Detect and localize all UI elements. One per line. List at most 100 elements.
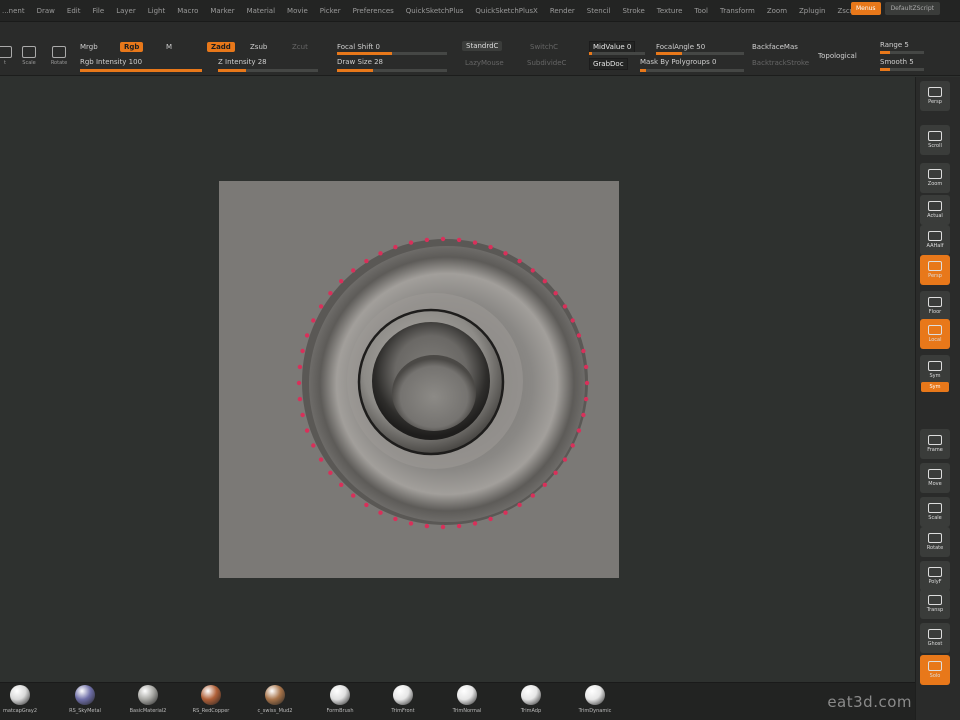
zsub-button[interactable]: Zsub [250,43,267,51]
menu-item[interactable]: File [92,7,104,15]
menu-item[interactable]: Stencil [587,7,611,15]
menu-item[interactable]: Zoom [767,7,787,15]
material-swatch[interactable]: RS_SkyMetal [60,685,110,714]
material-ball-icon [393,685,413,705]
menu-item[interactable]: Macro [177,7,198,15]
grabdoc-button[interactable]: GrabDoc [589,58,628,70]
lazymouse-button[interactable]: LazyMouse [465,59,504,67]
menu-item[interactable]: Edit [67,7,81,15]
focal-shift-label[interactable]: Focal Shift 0 [337,43,380,51]
default-zscript-button[interactable]: DefaultZScript [884,2,940,15]
menu-item[interactable]: Tool [694,7,708,15]
shelf-button-ghost[interactable]: Ghost [920,623,950,653]
subdivide-button[interactable]: SubdivideC [527,59,566,67]
draw-size-slider[interactable] [337,69,447,72]
rgb-intensity-slider[interactable] [80,69,202,72]
shelf-button-local[interactable]: Local [920,319,950,349]
m-button[interactable]: M [166,43,172,51]
menu-item[interactable]: Picker [320,7,341,15]
shelf-button-aahalf[interactable]: AAHalf [920,225,950,255]
rotate-icon [52,46,66,58]
draw-size-label[interactable]: Draw Size 28 [337,58,383,66]
zcut-button[interactable]: Zcut [292,43,308,51]
z-intensity-label[interactable]: Z Intensity 28 [218,58,267,66]
switch-button[interactable]: SwitchC [530,43,558,51]
rotate-tool-button[interactable]: Rotate [48,44,70,70]
mask-dot [300,348,305,354]
shelf-button-zoom[interactable]: Zoom [920,163,950,193]
material-swatch[interactable]: TrimDynamic [570,685,620,714]
midvalue-slider[interactable] [589,52,645,55]
menu-item[interactable]: Light [148,7,165,15]
menu-item[interactable]: Zplugin [799,7,825,15]
shelf-button-rotate[interactable]: Rotate [920,527,950,557]
scale-tool-button[interactable]: Scale [18,44,40,70]
menu-item[interactable]: Layer [116,7,136,15]
mask-dot [328,291,333,296]
material-swatch[interactable]: TrimAdp [506,685,556,714]
zadd-button[interactable]: Zadd [207,42,235,52]
symmetry-tag[interactable]: Sym [921,382,949,392]
material-swatch[interactable]: c_swiss_Mud2 [250,685,300,714]
menu-item[interactable]: ...nent [2,7,25,15]
shelf-button-sym[interactable]: Sym [920,355,950,385]
menu-item[interactable]: Material [247,7,275,15]
material-swatch[interactable]: matcapGray2 [0,685,45,714]
backface-mask-button[interactable]: BackfaceMas [752,43,798,51]
rgb-button[interactable]: Rgb [120,42,144,52]
smooth-label[interactable]: Smooth 5 [880,58,914,66]
material-swatch[interactable]: BasicMaterial2 [123,685,173,714]
shelf-button-polyf[interactable]: PolyF [920,561,950,591]
menu-item[interactable]: Movie [287,7,308,15]
ghost-icon [928,629,942,639]
shelf-button-persp[interactable]: Persp [920,81,950,111]
shelf-button-frame[interactable]: Frame [920,429,950,459]
material-swatch[interactable]: TrimFront [378,685,428,714]
backtrack-stroke-button[interactable]: BacktrackStroke [752,59,809,67]
range-slider[interactable] [880,51,924,54]
shelf-button-transp[interactable]: Transp [920,589,950,619]
focalangle-label[interactable]: FocalAngle 50 [656,43,705,51]
material-swatch[interactable]: TrimNormal [442,685,492,714]
menu-item[interactable]: Preferences [353,7,394,15]
focalangle-slider[interactable] [656,52,744,55]
mask-dot [581,348,586,354]
mask-dot [583,364,589,370]
shelf-button-scale[interactable]: Scale [920,497,950,527]
menu-item[interactable]: QuickSketchPlusX [475,7,537,15]
mrgb-button[interactable]: Mrgb [80,43,98,51]
material-swatch[interactable]: RS_RedCopper [186,685,236,714]
mask-by-polygroups-slider[interactable] [640,69,744,72]
focal-shift-slider[interactable] [337,52,447,55]
sculpted-crater-model[interactable] [219,181,619,578]
smooth-slider[interactable] [880,68,924,71]
shelf-button-actual[interactable]: Actual [920,195,950,225]
rgb-intensity-label[interactable]: Rgb Intensity 100 [80,58,142,66]
edit-tool-button[interactable]: t [0,44,16,70]
mask-by-polygroups-label[interactable]: Mask By Polygroups 0 [640,58,716,66]
standard-brush-button[interactable]: StandrdC [462,41,503,51]
shelf-button-move[interactable]: Move [920,463,950,493]
shelf-button-solo[interactable]: Solo [920,655,950,685]
material-swatch[interactable]: FormBrush [315,685,365,714]
menus-button[interactable]: Menus [850,2,881,15]
menu-item[interactable]: Stroke [622,7,644,15]
material-bar: matcapGray2 RS_SkyMetal BasicMaterial2 RS_R… [0,682,915,720]
menu-item[interactable]: Marker [210,7,234,15]
topological-button[interactable]: Topological [818,52,857,60]
shelf-button-persp[interactable]: Persp [920,255,950,285]
menu-item[interactable]: Texture [657,7,683,15]
scale-icon [928,503,942,513]
menu-item[interactable]: Render [550,7,575,15]
z-intensity-slider[interactable] [218,69,318,72]
mask-dot [378,251,383,256]
shelf-button-floor[interactable]: Floor [920,291,950,321]
range-label[interactable]: Range 5 [880,41,909,49]
shelf-button-scroll[interactable]: Scroll [920,125,950,155]
mask-dot [542,482,547,487]
menu-item[interactable]: QuickSketchPlus [406,7,464,15]
zoom-icon [928,169,942,179]
menu-item[interactable]: Draw [37,7,55,15]
mask-dot [530,493,535,498]
menu-item[interactable]: Transform [720,7,755,15]
